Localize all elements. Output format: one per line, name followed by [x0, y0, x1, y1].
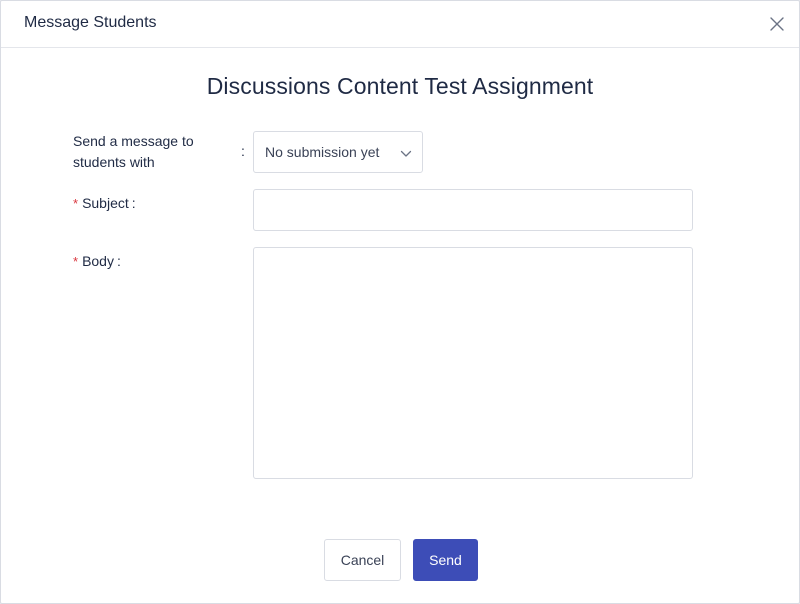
assignment-title: Discussions Content Test Assignment — [206, 73, 594, 99]
filter-label-line2: students with — [73, 154, 155, 170]
close-icon[interactable] — [769, 16, 785, 32]
cancel-button[interactable]: Cancel — [324, 539, 401, 581]
chevron-down-icon — [400, 147, 412, 159]
required-mark: * — [73, 254, 79, 269]
body-label: * Body: — [73, 251, 121, 272]
required-mark: * — [73, 196, 79, 211]
body-textarea[interactable] — [253, 247, 693, 479]
filter-label-line1: Send a message to — [73, 133, 194, 149]
body-label-text: Body — [82, 253, 114, 269]
body-colon: : — [116, 253, 121, 269]
message-students-modal: Message Students Discussions Content Tes… — [0, 0, 800, 604]
modal-title: Message Students — [24, 14, 157, 31]
subject-label-text: Subject — [82, 195, 129, 211]
submission-filter-value: No submission yet — [265, 144, 380, 160]
filter-colon: : — [241, 143, 245, 159]
filter-label: Send a message to students with — [73, 131, 194, 173]
subject-input[interactable] — [253, 189, 693, 231]
subject-label: * Subject: — [73, 193, 136, 214]
subject-colon: : — [131, 195, 136, 211]
send-button[interactable]: Send — [413, 539, 478, 581]
modal-header: Message Students — [1, 1, 799, 48]
submission-filter-select[interactable]: No submission yet — [253, 131, 423, 173]
